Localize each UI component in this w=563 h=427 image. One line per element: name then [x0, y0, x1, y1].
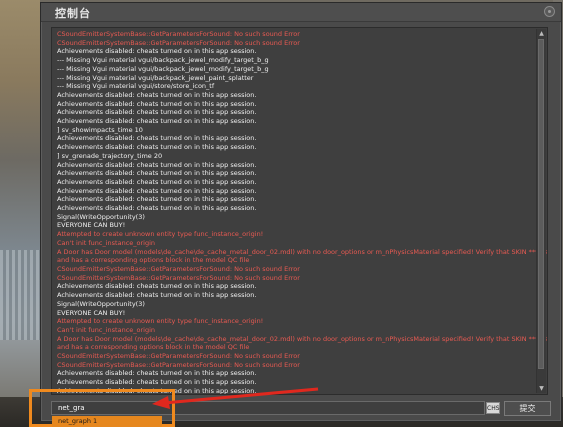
log-line: Achievements disabled: cheats turned on …	[57, 204, 257, 213]
close-icon[interactable]	[544, 6, 555, 17]
log-line: Achievements disabled: cheats turned on …	[57, 291, 257, 300]
log-line: Achievements disabled: cheats turned on …	[57, 117, 257, 126]
submit-button[interactable]: 提交	[504, 401, 551, 416]
autocomplete-suggestion[interactable]: net_graph 1	[52, 416, 162, 427]
arrow-left-icon	[152, 387, 319, 409]
log-line: CSoundEmitterSystemBase::GetParametersFo…	[57, 30, 300, 38]
ime-indicator: CHS	[486, 402, 500, 414]
log-line: and has a corresponding options block in…	[57, 256, 250, 265]
log-line: ] sv_showimpacts_time 10	[57, 125, 143, 134]
log-line: CSoundEmitterSystemBase::GetParametersFo…	[57, 273, 300, 282]
log-line: Signal(WriteOpportunity(3)	[57, 299, 145, 308]
log-line: Achievements disabled: cheats turned on …	[57, 282, 257, 291]
log-line: Achievements disabled: cheats turned on …	[57, 160, 257, 169]
log-line: and has a corresponding options block in…	[57, 343, 250, 352]
scroll-up-icon[interactable]: ▲	[538, 30, 545, 37]
log-line: --- Missing Vgui material vgui/store/sto…	[57, 82, 215, 91]
console-window: 控制台 CSoundEmitterSystemBase::GetParamete…	[40, 2, 562, 422]
log-line: Achievements disabled: cheats turned on …	[57, 90, 257, 99]
log-line: Achievements disabled: cheats turned on …	[57, 186, 257, 195]
scroll-down-icon[interactable]: ▼	[538, 385, 545, 392]
log-line: Achievements disabled: cheats turned on …	[57, 195, 257, 204]
log-line: CSoundEmitterSystemBase::GetParametersFo…	[57, 352, 300, 361]
console-titlebar[interactable]: 控制台	[41, 3, 561, 22]
log-line: A Door has Door model (models\de_cache\d…	[57, 247, 548, 256]
log-line: --- Missing Vgui material vgui/backpack_…	[57, 73, 254, 82]
log-line: Achievements disabled: cheats turned on …	[57, 369, 257, 378]
log-line: EVERYONE CAN BUY!	[57, 221, 126, 230]
log-line: Achievements disabled: cheats turned on …	[57, 143, 257, 152]
log-line: A Door has Door model (models\de_cache\d…	[57, 334, 548, 343]
game-background-left	[0, 0, 40, 427]
log-line: Achievements disabled: cheats turned on …	[57, 169, 257, 178]
log-line: CSoundEmitterSystemBase::GetParametersFo…	[57, 264, 300, 273]
log-line: Achievements disabled: cheats turned on …	[57, 99, 257, 108]
log-line: Achievements disabled: cheats turned on …	[57, 177, 257, 186]
log-line: Attempted to create unknown entity type …	[57, 317, 264, 326]
console-log: CSoundEmitterSystemBase::GetParametersFo…	[57, 30, 548, 394]
log-line: CSoundEmitterSystemBase::GetParametersFo…	[57, 360, 300, 369]
log-line: CSoundEmitterSystemBase::GetParametersFo…	[57, 38, 300, 47]
scroll-thumb[interactable]	[538, 39, 544, 369]
log-line: Attempted to create unknown entity type …	[57, 230, 264, 239]
log-line: EVERYONE CAN BUY!	[57, 308, 126, 317]
console-title: 控制台	[55, 7, 91, 20]
log-line: --- Missing Vgui material vgui/backpack_…	[57, 64, 269, 73]
log-line: --- Missing Vgui material vgui/backpack_…	[57, 56, 269, 65]
log-line: Achievements disabled: cheats turned on …	[57, 47, 257, 56]
log-line: Signal(WriteOpportunity(3)	[57, 212, 145, 221]
log-line: Achievements disabled: cheats turned on …	[57, 108, 257, 117]
console-scrollbar[interactable]: ▲ ▼	[536, 29, 546, 393]
log-line: Achievements disabled: cheats turned on …	[57, 134, 257, 143]
log-line: Can't init func_instance_origin	[57, 325, 156, 334]
log-line: Achievements disabled: cheats turned on …	[57, 378, 257, 387]
log-line: Can't init func_instance_origin	[57, 238, 156, 247]
console-log-panel: CSoundEmitterSystemBase::GetParametersFo…	[51, 27, 548, 395]
log-line: ] sv_grenade_trajectory_time 20	[57, 151, 163, 160]
